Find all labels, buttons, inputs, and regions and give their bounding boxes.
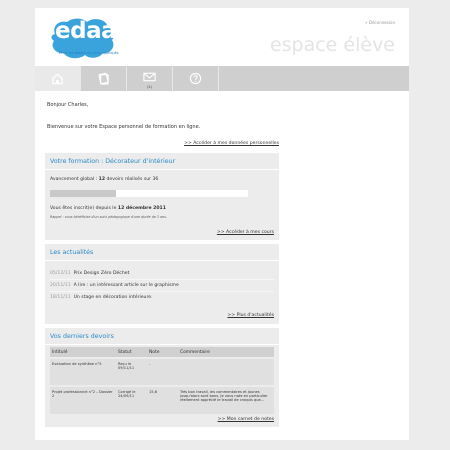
cell-status: Reçu le 09/11/11 — [116, 357, 147, 386]
news-date: 18/11/11 — [50, 295, 71, 300]
main-nav: (4) — [35, 66, 409, 91]
panel-divider — [45, 260, 279, 261]
page-container: edaa Ecole de design et d'arts appliqués… — [35, 8, 409, 440]
greeting: Bonjour Charles, — [47, 102, 89, 108]
tab-documents[interactable] — [81, 66, 127, 91]
news-item[interactable]: 20/11/11 A lire : un intéressant article… — [50, 283, 179, 288]
column-header-grade: Note — [147, 347, 178, 358]
column-header-comment: Commentaire — [178, 347, 274, 358]
progress-text: Avancement global : 12 devoirs réalisés … — [50, 177, 158, 182]
welcome-message: Bienvenue sur votre Espace personnel de … — [47, 124, 201, 130]
progress-suffix: devoirs réalisés sur 36 — [105, 177, 159, 182]
progress-bar-fill — [50, 190, 116, 197]
table-header-row: Intitulé Statut Note Commentaire — [50, 347, 274, 358]
cell-status: Corrigé le 24/09/11 — [116, 385, 147, 414]
assignments-title: Vos derniers devoirs — [50, 333, 114, 340]
tab-messages[interactable]: (4) — [127, 66, 173, 91]
cell-title: Projet professionnel n°2 – Dossier 2 — [50, 385, 116, 414]
table-row[interactable]: Projet professionnel n°2 – Dossier 2 Cor… — [50, 385, 274, 414]
logo-wordmark[interactable]: edaa — [55, 18, 117, 44]
news-date: 20/11/11 — [50, 283, 71, 288]
panel-divider — [45, 169, 279, 170]
cell-comment — [178, 357, 274, 386]
news-panel: Les actualités 05/12/11 Prix Design Zéro… — [45, 244, 279, 324]
cell-comment: Très bon travail, les commentaires et ja… — [178, 385, 274, 414]
progress-bar — [50, 190, 248, 197]
logo-tagline: Ecole de design et d'arts appliqués — [59, 51, 119, 55]
more-news-link[interactable]: >> Plus d'actualités — [227, 313, 274, 318]
tab-home[interactable] — [35, 66, 81, 91]
enrolled-prefix: Vous êtes inscrit(e) depuis le — [50, 206, 118, 211]
space-title: espace élève — [269, 34, 395, 56]
courses-link[interactable]: >> Accéder à mes cours — [217, 230, 274, 235]
news-item[interactable]: 05/12/11 Prix Design Zéro Déchet — [50, 271, 129, 276]
formation-panel: Votre formation : Décorateur d'intérieur… — [45, 153, 279, 240]
column-header-title: Intitulé — [50, 347, 116, 358]
column-header-status: Statut — [116, 347, 147, 358]
news-text: Prix Design Zéro Déchet — [73, 271, 130, 276]
news-title: Les actualités — [50, 249, 94, 256]
table-row[interactable]: Evaluation de synthèse n°5 Reçu le 09/11… — [50, 357, 274, 386]
news-divider — [50, 291, 274, 292]
personal-data-link[interactable]: >> Accéder à mes données personnelles — [184, 141, 279, 146]
logout-link[interactable]: » Déconnexion — [365, 20, 395, 25]
cell-title: Evaluation de synthèse n°5 — [50, 357, 116, 386]
news-date: 05/12/11 — [50, 271, 71, 276]
cell-grade: - — [147, 357, 178, 386]
assignments-table: Intitulé Statut Note Commentaire Evaluat… — [50, 347, 274, 414]
enrolled-text: Vous êtes inscrit(e) depuis le 12 décemb… — [50, 206, 166, 211]
assignments-panel: Vos derniers devoirs Intitulé Statut Not… — [45, 328, 279, 427]
formation-title: Votre formation : Décorateur d'intérieur — [50, 158, 176, 165]
mail-icon — [143, 72, 156, 81]
message-count-badge: (4) — [147, 85, 152, 89]
grades-book-link[interactable]: >> Mon carnet de notes — [218, 417, 274, 422]
news-divider — [50, 279, 274, 280]
progress-prefix: Avancement global : — [50, 177, 99, 182]
documents-icon — [98, 72, 109, 85]
news-text: Un stage en décoration intérieure. — [73, 295, 153, 300]
news-item[interactable]: 18/11/11 Un stage en décoration intérieu… — [50, 295, 153, 300]
panel-divider — [45, 344, 279, 345]
follow-up-reminder: Rappel : vous bénéficiez d'un suivi péda… — [50, 215, 167, 219]
news-text: A lire : un intéressant article sur le g… — [73, 283, 179, 288]
home-icon — [52, 73, 63, 85]
enrolled-date: 12 décembre 2011 — [117, 206, 166, 211]
cell-grade: 15,6 — [147, 385, 178, 414]
tab-help[interactable] — [173, 66, 219, 91]
help-icon — [189, 72, 202, 85]
